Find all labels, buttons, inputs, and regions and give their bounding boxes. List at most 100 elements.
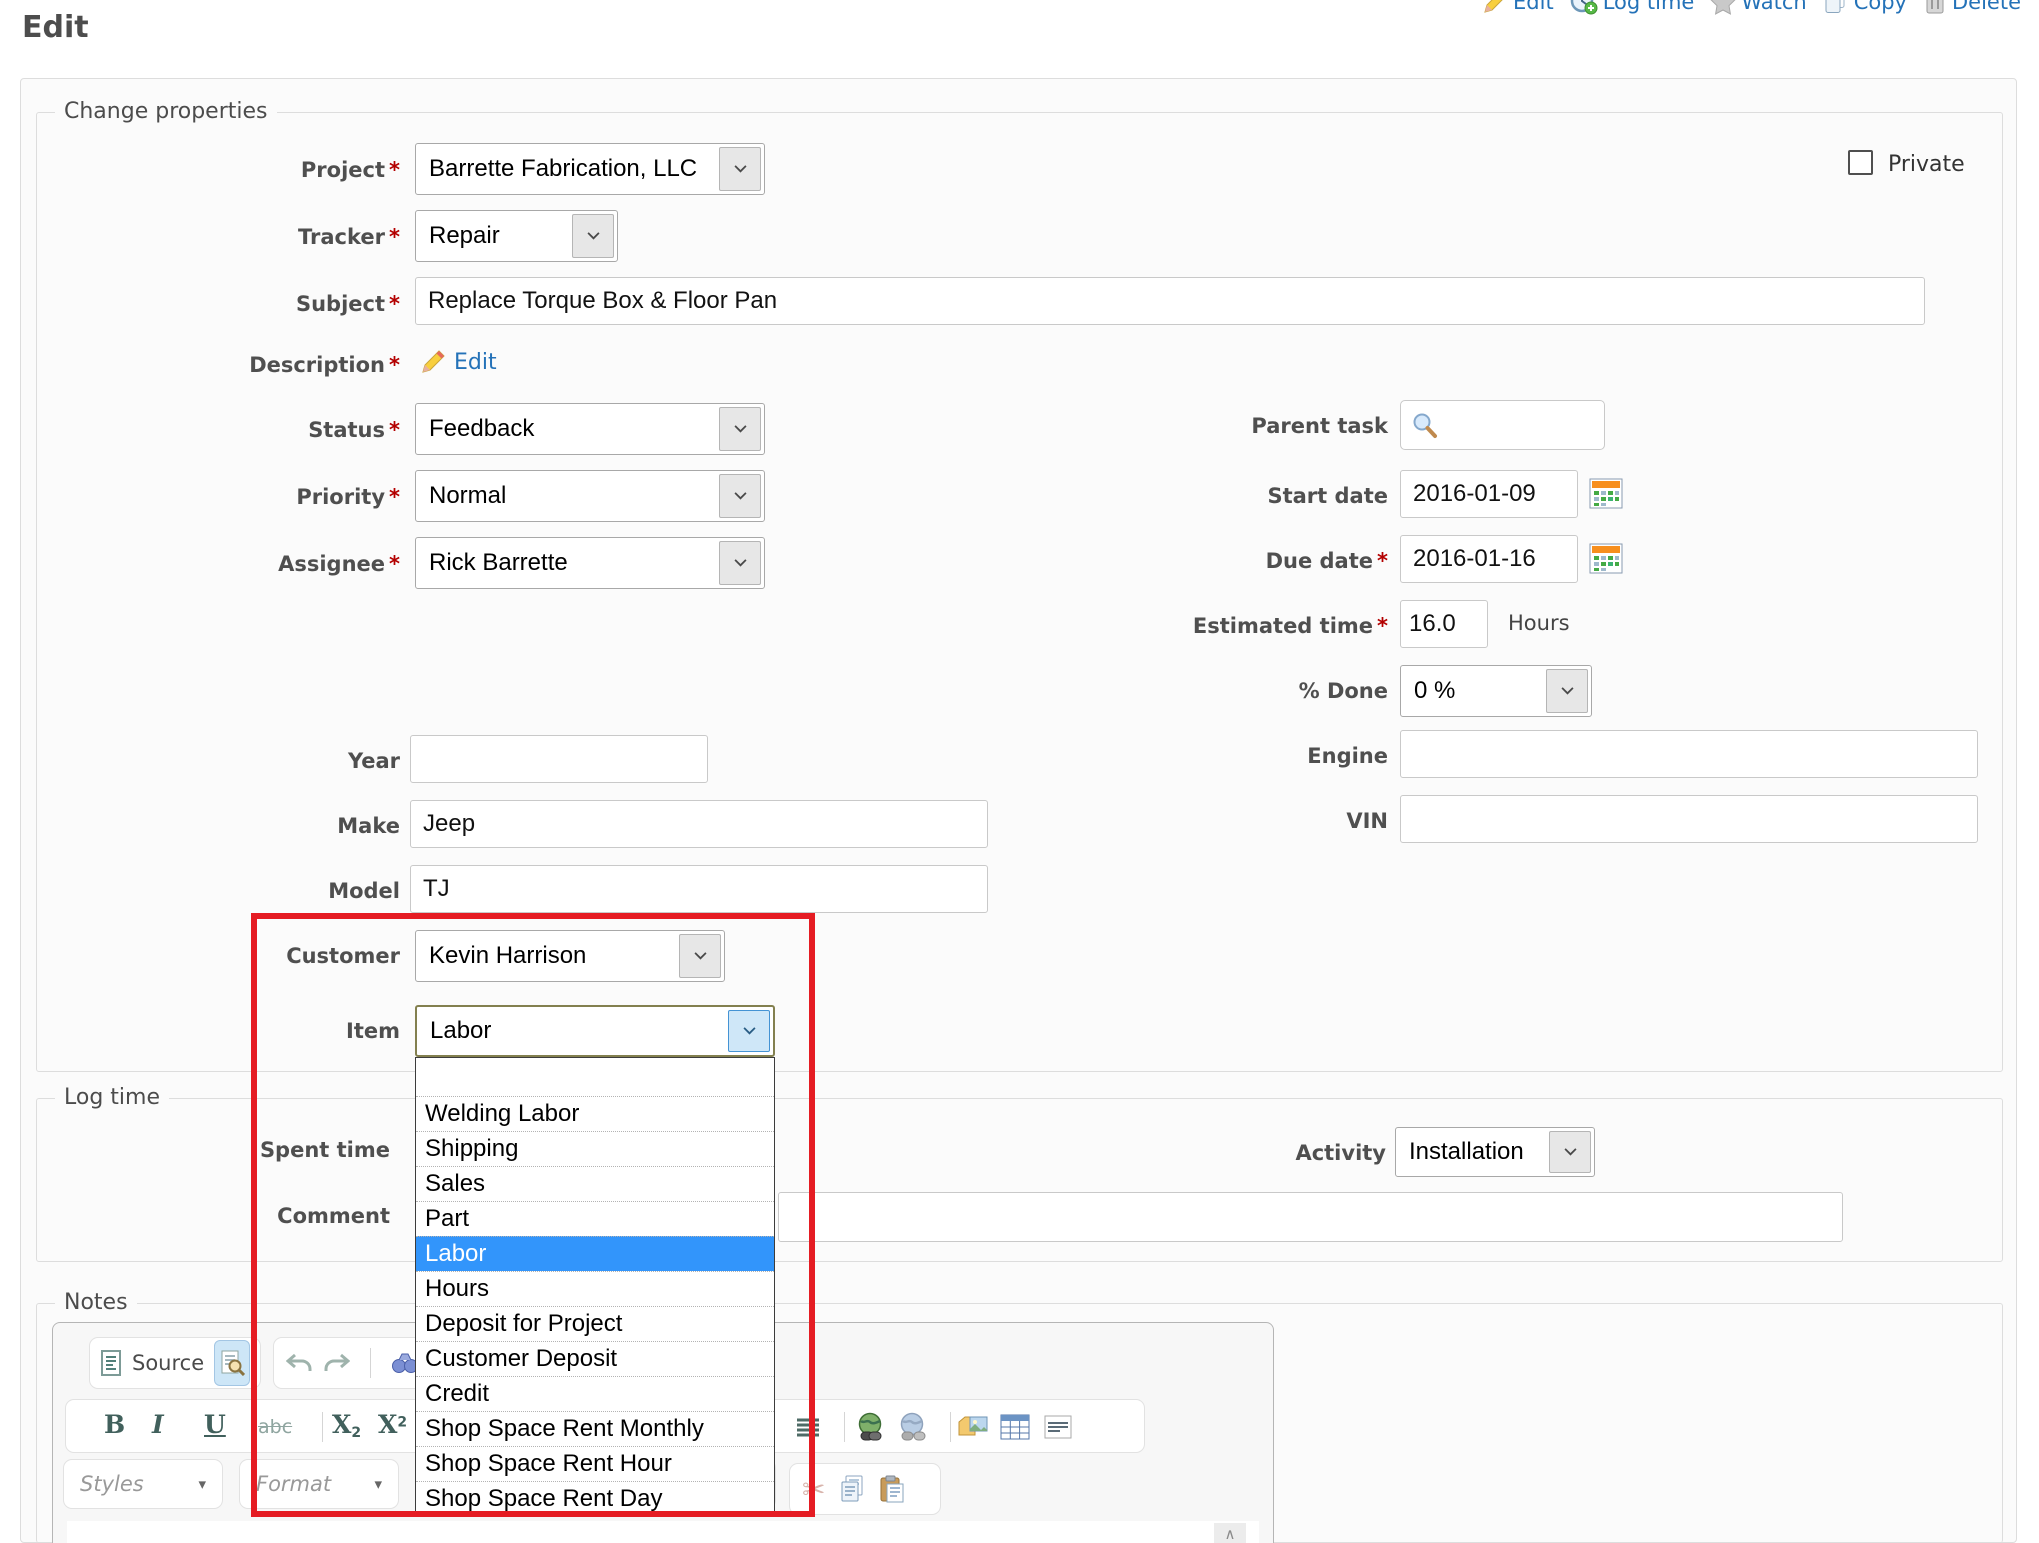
dropdown-option[interactable]: Sales: [416, 1166, 774, 1201]
assignee-label: Assignee*: [60, 551, 400, 577]
watch-action-link[interactable]: Watch: [1710, 0, 1806, 15]
calendar-icon[interactable]: [1589, 478, 1623, 509]
log-time-legend: Log time: [55, 1085, 169, 1111]
dropdown-option[interactable]: Part: [416, 1201, 774, 1236]
chevron-down-icon: [719, 147, 761, 191]
priority-select[interactable]: Normal: [415, 470, 765, 522]
tracker-select[interactable]: Repair: [415, 210, 618, 262]
bold-button[interactable]: B: [104, 1410, 125, 1439]
model-input[interactable]: [410, 865, 988, 913]
horizontal-rule-icon[interactable]: [1044, 1415, 1072, 1439]
delete-action-link[interactable]: Delete: [1923, 0, 2021, 15]
underline-button[interactable]: U: [204, 1410, 226, 1439]
undo-icon[interactable]: [286, 1353, 312, 1373]
project-label: Project*: [60, 157, 400, 183]
model-label: Model: [60, 878, 400, 904]
chevron-down-icon: [719, 407, 761, 451]
source-button[interactable]: Source: [132, 1351, 204, 1375]
status-label: Status*: [60, 417, 400, 443]
percent-done-label: % Done: [900, 678, 1388, 704]
description-edit-link[interactable]: Edit: [420, 349, 497, 375]
comment-input[interactable]: [778, 1192, 1843, 1242]
subject-label: Subject*: [60, 291, 400, 317]
paste-icon[interactable]: [879, 1475, 905, 1503]
parent-task-input[interactable]: [1400, 400, 1605, 450]
caret-down-icon: ▾: [374, 1475, 382, 1493]
dropdown-option[interactable]: Customer Deposit: [416, 1341, 774, 1376]
superscript-button[interactable]: X2: [378, 1410, 407, 1439]
copy-icon: [1823, 0, 1849, 15]
copy-action-link[interactable]: Copy: [1823, 0, 1907, 15]
engine-label: Engine: [900, 743, 1388, 769]
activity-label: Activity: [1086, 1140, 1386, 1166]
activity-select[interactable]: Installation: [1395, 1127, 1595, 1177]
calendar-icon[interactable]: [1589, 543, 1623, 574]
estimated-time-label: Estimated time*: [900, 613, 1388, 639]
dropdown-option[interactable]: Deposit for Project: [416, 1306, 774, 1341]
justify-block-icon[interactable]: [796, 1418, 820, 1438]
insert-table-icon[interactable]: [1000, 1414, 1030, 1440]
toolbar-separator: [844, 1412, 845, 1442]
dropdown-option-selected[interactable]: Labor: [416, 1236, 774, 1271]
engine-input[interactable]: [1400, 730, 1978, 778]
scrollbar-up-button[interactable]: ∧: [1214, 1523, 1246, 1543]
edit-action-link[interactable]: Edit: [1482, 0, 1554, 15]
vin-label: VIN: [900, 808, 1388, 834]
dropdown-option[interactable]: Hours: [416, 1271, 774, 1306]
item-select[interactable]: Labor: [415, 1005, 775, 1057]
due-date-input[interactable]: [1400, 535, 1578, 583]
status-select[interactable]: Feedback: [415, 403, 765, 455]
notes-editing-area[interactable]: [67, 1521, 1259, 1543]
description-label: Description*: [60, 352, 400, 378]
pencil-icon: [420, 349, 446, 375]
estimated-time-input[interactable]: [1400, 600, 1488, 648]
star-icon: [1710, 0, 1736, 15]
subject-input[interactable]: [415, 277, 1925, 325]
link-globe-icon[interactable]: [854, 1412, 886, 1442]
change-properties-fieldset: [36, 112, 2003, 1072]
percent-done-select[interactable]: 0 %: [1400, 665, 1592, 717]
search-icon: [1411, 412, 1438, 439]
dropdown-option[interactable]: Welding Labor: [416, 1096, 774, 1131]
toolbar-separator: [322, 1412, 323, 1442]
toolbar-separator: [370, 1348, 371, 1378]
redo-icon[interactable]: [324, 1353, 350, 1373]
assignee-select[interactable]: Rick Barrette: [415, 537, 765, 589]
cut-icon[interactable]: ✂: [802, 1473, 825, 1506]
dropdown-option[interactable]: Shop Space Rent Day: [416, 1481, 774, 1516]
format-dropdown[interactable]: Format▾: [239, 1459, 399, 1509]
hours-suffix: Hours: [1508, 611, 1570, 635]
dropdown-option[interactable]: Shop Space Rent Monthly: [416, 1411, 774, 1446]
dropdown-option[interactable]: Credit: [416, 1376, 774, 1411]
toolbar-separator: [950, 1412, 951, 1442]
document-magnifier-icon: [219, 1350, 245, 1376]
dropdown-option[interactable]: Shipping: [416, 1131, 774, 1166]
customer-select[interactable]: Kevin Harrison: [415, 930, 725, 982]
unlink-globe-icon[interactable]: [896, 1412, 928, 1442]
insert-image-icon[interactable]: [958, 1414, 988, 1440]
private-checkbox[interactable]: [1848, 150, 1873, 175]
chevron-down-icon: [1546, 669, 1588, 713]
comment-label: Comment: [60, 1203, 390, 1229]
year-input[interactable]: [410, 735, 708, 783]
source-icon[interactable]: [100, 1350, 122, 1376]
vin-input[interactable]: [1400, 795, 1978, 843]
styles-dropdown[interactable]: Styles▾: [63, 1459, 223, 1509]
copy-doc-icon[interactable]: [839, 1475, 865, 1503]
log-time-action-link[interactable]: Log time: [1570, 0, 1695, 15]
notes-legend: Notes: [55, 1290, 137, 1316]
subscript-button[interactable]: X2: [332, 1410, 361, 1441]
issue-edit-page: Edit Log time Watch Copy Delete Edit Cha…: [0, 0, 2039, 1543]
strikethrough-button[interactable]: abc: [258, 1416, 292, 1438]
year-label: Year: [60, 748, 400, 774]
preview-button[interactable]: [214, 1340, 250, 1386]
pencil-icon: [1482, 0, 1508, 15]
dropdown-option[interactable]: [416, 1058, 774, 1096]
italic-button[interactable]: I: [152, 1410, 164, 1439]
make-label: Make: [60, 813, 400, 839]
dropdown-option[interactable]: Shop Space Rent Hour: [416, 1446, 774, 1481]
clock-plus-icon: [1570, 0, 1598, 15]
project-select[interactable]: Barrette Fabrication, LLC: [415, 143, 765, 195]
chevron-down-icon: [728, 1010, 770, 1052]
start-date-input[interactable]: [1400, 470, 1578, 518]
